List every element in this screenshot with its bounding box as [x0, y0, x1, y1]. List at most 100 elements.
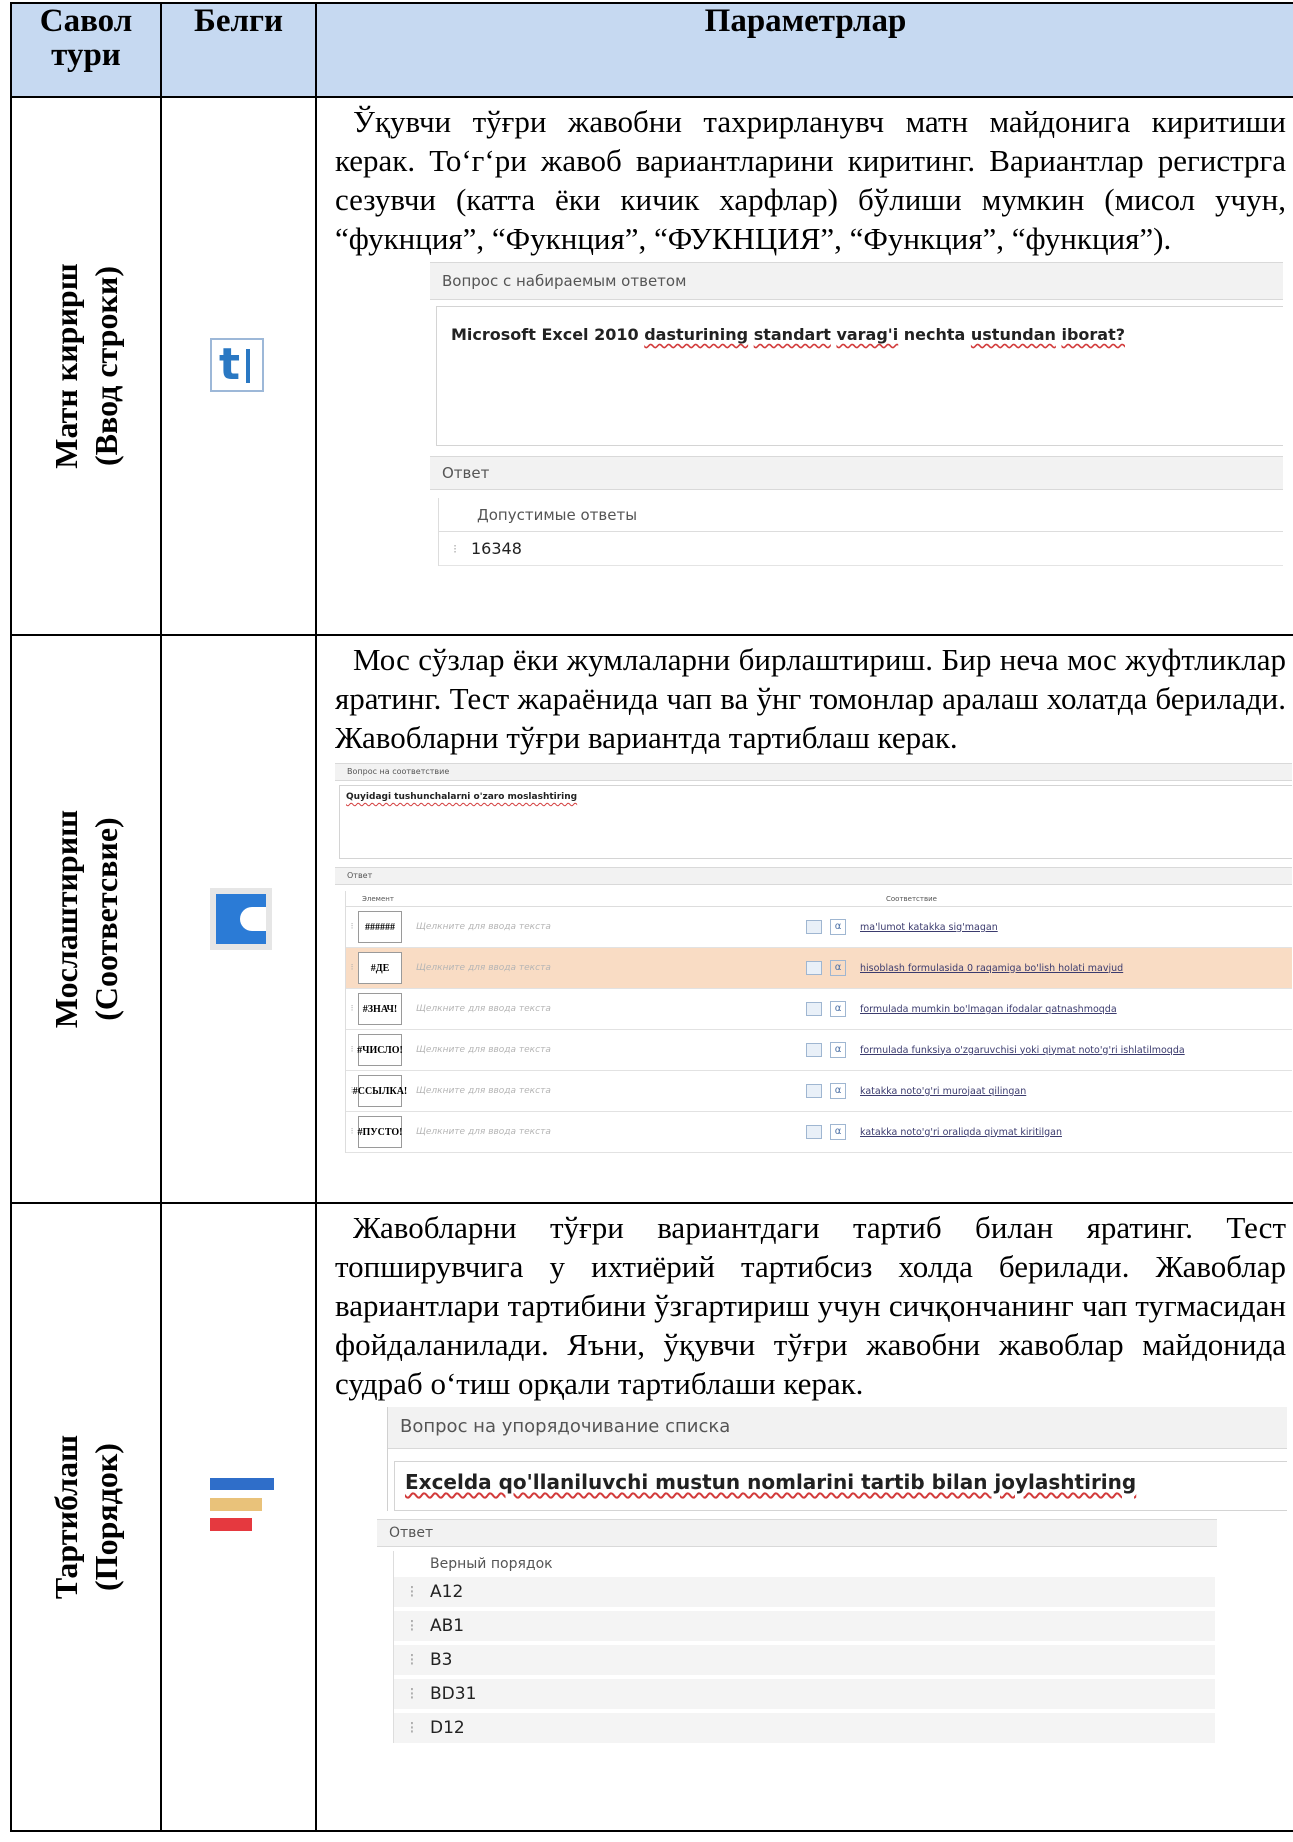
panel-title: Вопрос с набираемым ответом [430, 262, 1283, 300]
icon-cell [160, 634, 317, 1204]
drag-handle-icon[interactable]: ⁝ [394, 1684, 430, 1704]
ordering-question-screenshot: Вопрос на упорядочивание списка Excelda … [377, 1407, 1287, 1785]
formula-icon[interactable]: α [830, 919, 846, 935]
matching-pairs: ⁝ ###### Щелкните для ввода текста α ma'lumo… [346, 907, 1292, 1153]
drag-handle-icon[interactable]: ⁝ [346, 922, 358, 932]
match-answer[interactable]: ma'lumot katakka sig'magan [860, 922, 998, 933]
parameters-cell: Ўқувчи тўғри жавобни тахрирланувч матн м… [315, 96, 1293, 636]
image-icon[interactable] [806, 920, 822, 934]
image-icon[interactable] [806, 1084, 822, 1098]
order-item-label[interactable]: B3 [430, 1650, 452, 1670]
order-item[interactable]: ⁝ B3 [394, 1645, 1215, 1675]
element-cell[interactable]: #ЗНАЧ! [358, 993, 402, 1025]
icon-cell: t [160, 96, 317, 636]
formula-icon[interactable]: α [830, 1001, 846, 1017]
drag-handle-icon[interactable]: ⁝ [394, 1582, 430, 1602]
matching-pair-row[interactable]: ⁝ #ЧИСЛО! Щелкните для ввода текста α formul… [346, 1030, 1292, 1071]
formula-icon[interactable]: α [830, 1083, 846, 1099]
element-placeholder[interactable]: Щелкните для ввода текста [416, 1004, 806, 1014]
answer-section-title: Ответ [430, 456, 1283, 490]
question-type-cell: Мослаштириш (Соответсвие) [10, 634, 162, 1204]
answer-section-title: Ответ [335, 867, 1292, 885]
ordering-icon [210, 1474, 276, 1540]
formula-icon[interactable]: α [830, 960, 846, 976]
formula-icon[interactable]: α [830, 1042, 846, 1058]
order-item[interactable]: ⁝ AB1 [394, 1611, 1215, 1641]
drag-handle-icon[interactable]: ⁝ [394, 1616, 430, 1636]
match-answer[interactable]: hisoblash formulasida 0 raqamiga bo'lish… [860, 963, 1123, 974]
element-placeholder[interactable]: Щелкните для ввода текста [416, 963, 806, 973]
text-question-screenshot: Вопрос с набираемым ответом Microsoft Ex… [430, 262, 1283, 568]
image-icon[interactable] [806, 1043, 822, 1057]
drag-handle-icon[interactable]: ⁝ [346, 963, 358, 973]
element-placeholder[interactable]: Щелкните для ввода текста [416, 1045, 806, 1055]
answer-row[interactable]: ⁝ 16348 [439, 532, 1283, 566]
match-answer[interactable]: katakka noto'g'ri murojaat qilingan [860, 1086, 1026, 1097]
formula-icon[interactable]: α [830, 1124, 846, 1140]
icon-cell [160, 1202, 317, 1832]
order-item[interactable]: ⁝ A12 [394, 1577, 1215, 1607]
element-placeholder[interactable]: Щелкните для ввода текста [416, 1086, 806, 1096]
question-type-subtitle: (Ввод строки) [88, 266, 124, 466]
drag-handle-icon[interactable]: ⁝ [346, 1127, 358, 1137]
element-cell[interactable]: #ССЫЛКА! [353, 1075, 407, 1107]
element-cell[interactable]: #ЧИСЛО! [357, 1034, 403, 1066]
matching-icon [210, 888, 272, 950]
element-cell[interactable]: #ДЕ [358, 952, 402, 984]
order-item-label[interactable]: D12 [430, 1718, 465, 1738]
question-type-name: Мослаштириш [48, 809, 84, 1029]
question-type-label: Матн кирирш (Ввод строки) [46, 263, 126, 468]
question-type-cell: Матн кирирш (Ввод строки) [10, 96, 162, 636]
match-answer[interactable]: formulada funksiya o'zgaruvchisi yoki qi… [860, 1045, 1185, 1056]
drag-handle-icon[interactable]: ⁝ [394, 1650, 430, 1670]
description-text: Ўқувчи тўғри жавобни тахрирланувч матн м… [335, 104, 1286, 256]
question-panel: Вопрос на упорядочивание списка Excelda … [387, 1407, 1287, 1511]
drag-handle-icon[interactable]: ⁝ [346, 1004, 358, 1014]
order-item[interactable]: ⁝ BD31 [394, 1679, 1215, 1709]
element-placeholder[interactable]: Щелкните для ввода текста [416, 1127, 806, 1137]
answer-section-title: Ответ [377, 1519, 1217, 1547]
table-row: Мослаштириш (Соответсвие) Мос сўзлар ёки… [10, 634, 1293, 1204]
order-item[interactable]: ⁝ D12 [394, 1713, 1215, 1743]
image-icon[interactable] [806, 1002, 822, 1016]
matching-question-screenshot: Вопрос на соответствие Quyidagi tushunch… [335, 763, 1292, 1153]
question-type-subtitle: (Соответсвие) [88, 817, 124, 1021]
order-item-label[interactable]: AB1 [430, 1616, 464, 1636]
matching-pair-row[interactable]: ⁝ #ССЫЛКА! Щелкните для ввода текста α katak… [346, 1071, 1292, 1112]
image-icon[interactable] [806, 961, 822, 975]
matching-pair-row[interactable]: ⁝ #ДЕ Щелкните для ввода текста α hisoblash … [346, 948, 1292, 989]
element-column-header: Элемент [362, 895, 394, 903]
grid-column-header: Верный порядок [394, 1551, 1215, 1577]
order-item-label[interactable]: A12 [430, 1582, 463, 1602]
element-cell[interactable]: #ПУСТО! [358, 1116, 403, 1148]
matching-pair-row[interactable]: ⁝ #ЗНАЧ! Щелкните для ввода текста α formula… [346, 989, 1292, 1030]
table-row: Тартиблаш (Порядок) Жавобларни тўғри вар… [10, 1202, 1293, 1832]
header-parameters: Параметрлар [315, 2, 1293, 98]
panel-title: Вопрос на упорядочивание списка [388, 1407, 1287, 1449]
match-column-header: Соответствие [886, 895, 937, 903]
match-answer[interactable]: formulada mumkin bo'lmagan ifodalar qatn… [860, 1004, 1117, 1015]
answer-grid: Допустимые ответы ⁝ 16348 [438, 498, 1283, 566]
parameters-cell: Мос сўзлар ёки жумлаларни бирлаштириш. Б… [315, 634, 1293, 1204]
grid-column-header: Допустимые ответы [439, 498, 1283, 532]
answer-value[interactable]: 16348 [471, 539, 522, 558]
drag-handle-icon[interactable]: ⁝ [439, 542, 471, 556]
matching-pair-row[interactable]: ⁝ ###### Щелкните для ввода текста α ma'lumo… [346, 907, 1292, 948]
image-icon[interactable] [806, 1125, 822, 1139]
text-input-icon: t [210, 338, 264, 392]
order-item-label[interactable]: BD31 [430, 1684, 476, 1704]
header-question-type: Савол тури [10, 2, 162, 98]
question-type-name: Тартиблаш [48, 1434, 84, 1600]
table-row: Матн кирирш (Ввод строки) t Ўқувчи тўғри… [10, 96, 1293, 636]
question-text: Excelda qo'llaniluvchi mustun nomlarini … [405, 1470, 1137, 1494]
description-text: Жавобларни тўғри вариантдаги тартиб била… [335, 1210, 1286, 1401]
element-placeholder[interactable]: Щелкните для ввода текста [416, 922, 806, 932]
element-cell[interactable]: ###### [358, 911, 402, 943]
question-text: Quyidagi tushunchalarni o'zaro moslashti… [346, 792, 578, 802]
description-text: Мос сўзлар ёки жумлаларни бирлаштириш. Б… [335, 642, 1286, 755]
question-box: Microsoft Excel 2010 dasturining standar… [436, 306, 1283, 446]
match-answer[interactable]: katakka noto'g'ri oraliqda qiymat kiriti… [860, 1127, 1062, 1138]
question-types-table: Савол тури Белги Параметрлар Матн кирирш… [10, 2, 1293, 1832]
matching-pair-row[interactable]: ⁝ #ПУСТО! Щелкните для ввода текста α katakk… [346, 1112, 1292, 1153]
drag-handle-icon[interactable]: ⁝ [394, 1718, 430, 1738]
